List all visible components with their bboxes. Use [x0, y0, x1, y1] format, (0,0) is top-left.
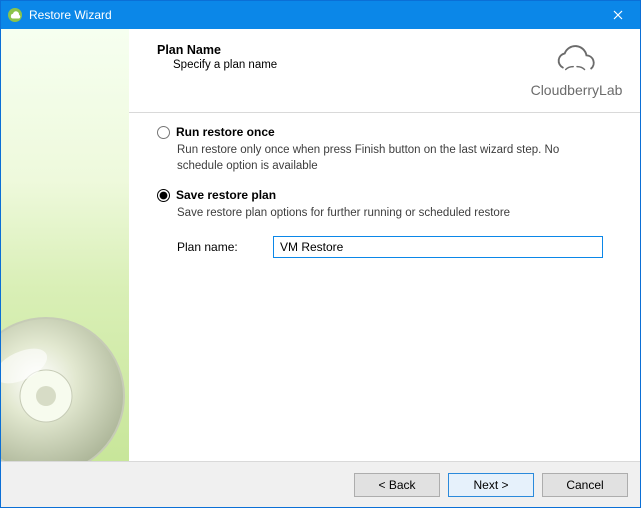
- disc-icon: [1, 311, 129, 461]
- page-subtitle: Specify a plan name: [173, 59, 529, 71]
- radio-save-plan-input[interactable]: [157, 189, 170, 202]
- content-area: Plan Name Specify a plan name Cloudberry…: [1, 29, 640, 461]
- radio-run-once-input[interactable]: [157, 126, 170, 139]
- header-divider: [129, 112, 640, 113]
- wizard-footer: < Back Next > Cancel: [1, 461, 640, 507]
- run-once-description: Run restore only once when press Finish …: [177, 143, 607, 174]
- close-button[interactable]: [596, 1, 640, 29]
- title-bar: Restore Wizard: [1, 1, 640, 29]
- brand-name: CloudberryLab: [529, 82, 624, 98]
- page-title: Plan Name: [157, 43, 529, 57]
- cancel-button[interactable]: Cancel: [542, 473, 628, 497]
- brand-block: CloudberryLab: [529, 43, 624, 98]
- window-title: Restore Wizard: [29, 8, 112, 22]
- close-icon: [613, 10, 623, 20]
- back-button[interactable]: < Back: [354, 473, 440, 497]
- save-plan-description: Save restore plan options for further ru…: [177, 206, 607, 222]
- plan-name-input[interactable]: [273, 236, 603, 258]
- radio-save-plan[interactable]: Save restore plan: [157, 188, 624, 202]
- next-button[interactable]: Next >: [448, 473, 534, 497]
- wizard-side-art: [1, 29, 129, 461]
- radio-run-once-label: Run restore once: [176, 125, 275, 139]
- option-save-plan: Save restore plan Save restore plan opti…: [157, 188, 624, 258]
- radio-save-plan-label: Save restore plan: [176, 188, 276, 202]
- cloud-icon: [548, 43, 606, 77]
- option-run-once: Run restore once Run restore only once w…: [157, 125, 624, 174]
- plan-name-label: Plan name:: [177, 240, 259, 254]
- plan-name-row: Plan name:: [177, 236, 624, 258]
- radio-run-once[interactable]: Run restore once: [157, 125, 624, 139]
- wizard-main-panel: Plan Name Specify a plan name Cloudberry…: [129, 29, 640, 461]
- app-icon: [7, 7, 23, 23]
